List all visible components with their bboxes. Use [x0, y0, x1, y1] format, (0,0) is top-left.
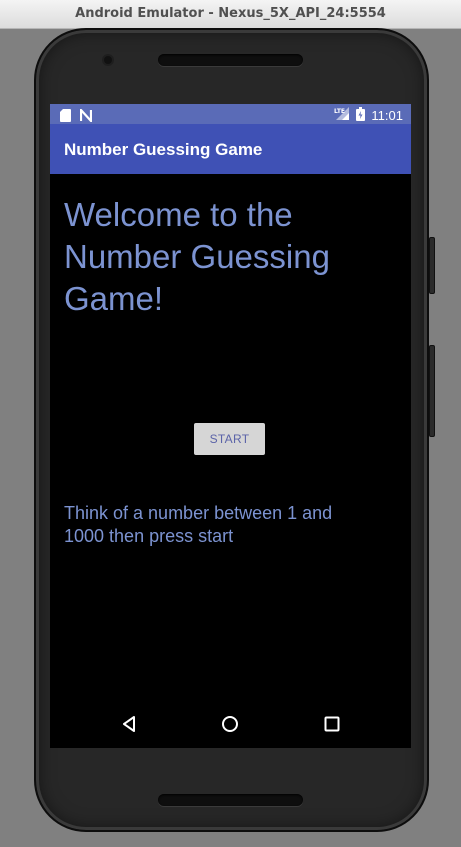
bottom-speaker — [158, 794, 303, 806]
app-bar: Number Guessing Game — [50, 124, 411, 174]
welcome-heading: Welcome to the Number Guessing Game! — [64, 196, 330, 317]
volume-button[interactable] — [429, 345, 435, 437]
back-icon[interactable] — [117, 712, 141, 736]
front-camera — [104, 56, 112, 64]
instructions-text: Think of a number between 1 and 1000 the… — [64, 503, 333, 546]
app-bar-title: Number Guessing Game — [64, 140, 263, 159]
battery-icon — [356, 106, 366, 125]
phone-screen: LTE 11:01 Number Guessing Game Welcome t… — [50, 104, 411, 748]
lte-signal-icon: LTE — [334, 106, 350, 125]
emulator-titlebar[interactable]: Android Emulator - Nexus_5X_API_24:5554 — [0, 0, 461, 29]
power-button[interactable] — [429, 237, 435, 294]
top-speaker — [158, 54, 303, 66]
window-title: Android Emulator - Nexus_5X_API_24:5554 — [75, 6, 386, 21]
lte-label: LTE — [334, 108, 345, 115]
recents-icon[interactable] — [320, 712, 344, 736]
navigation-bar — [50, 700, 411, 748]
home-icon[interactable] — [218, 712, 242, 736]
status-clock: 11:01 — [371, 108, 403, 123]
start-button[interactable]: START — [194, 423, 265, 455]
status-bar: LTE 11:01 — [50, 104, 411, 124]
